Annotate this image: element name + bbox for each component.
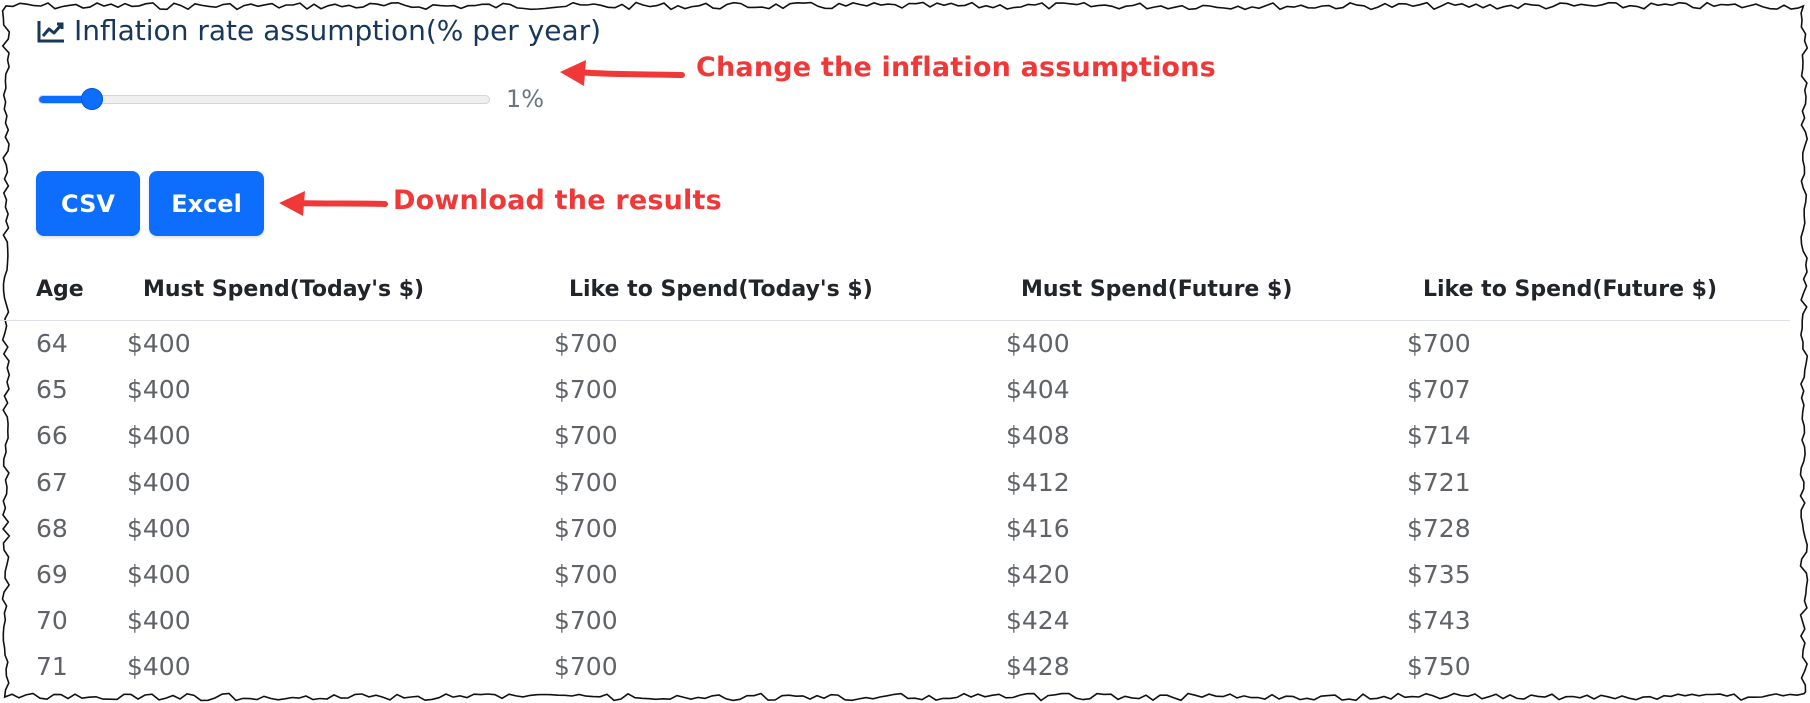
table-cell-like-spend-today: $700 — [554, 559, 618, 589]
table-cell-must-spend-today: $400 — [127, 329, 191, 358]
csv-download-button[interactable]: CSV — [36, 171, 140, 236]
table-header-must-spend-future: Must Spend(Future $) — [1021, 277, 1293, 302]
table-cell-like-spend-future: $714 — [1407, 421, 1471, 451]
table-cell-must-spend-today: $400 — [127, 421, 191, 451]
table-cell-age: 71 — [36, 652, 68, 682]
table-cell-must-spend-today: $400 — [127, 467, 191, 497]
screenshot-canvas: Inflation rate assumption(% per year) 1%… — [0, 0, 1810, 703]
table-cell-age: 67 — [36, 467, 68, 497]
table-cell-like-spend-today: $700 — [554, 652, 618, 682]
table-row: 71 $400 $700 $428 $750 — [0, 644, 1790, 690]
table-cell-must-spend-today: $400 — [127, 559, 191, 589]
table-cell-must-spend-future: $404 — [1006, 375, 1070, 405]
table-cell-must-spend-future: $416 — [1006, 513, 1070, 543]
table-header-age: Age — [36, 277, 84, 302]
table-cell-must-spend-today: $400 — [127, 375, 191, 405]
table-header-like-spend-future: Like to Spend(Future $) — [1423, 277, 1718, 302]
table-row: 69 $400 $700 $420 $735 — [0, 552, 1790, 598]
table-row: 66 $400 $700 $408 $714 — [0, 413, 1790, 459]
table-cell-like-spend-today: $700 — [554, 421, 618, 451]
table-cell-like-spend-today: $700 — [554, 467, 618, 497]
table-cell-age: 64 — [36, 329, 68, 358]
table-header-like-spend-today: Like to Spend(Today's $) — [569, 277, 873, 302]
table-cell-must-spend-today: $400 — [127, 606, 191, 636]
chart-line-icon — [37, 20, 64, 42]
results-table: Age Must Spend(Today's $) Like to Spend(… — [0, 262, 1790, 691]
table-row: 70 $400 $700 $424 $743 — [0, 598, 1790, 644]
table-cell-must-spend-future: $408 — [1006, 421, 1070, 451]
table-cell-like-spend-future: $750 — [1407, 652, 1471, 682]
table-row: 67 $400 $700 $412 $721 — [0, 460, 1790, 506]
table-cell-like-spend-today: $700 — [554, 513, 618, 543]
table-cell-age: 70 — [36, 606, 68, 636]
table-cell-age: 65 — [36, 375, 68, 405]
table-row: 65 $400 $700 $404 $707 — [0, 367, 1790, 413]
table-body: 64 $400 $700 $400 $700 65 $400 $700 $404 $707 66 $4… — [0, 321, 1790, 691]
inflation-section-title: Inflation rate assumption(% per year) — [36, 14, 601, 47]
table-cell-age: 66 — [36, 421, 68, 451]
slider-thumb[interactable] — [81, 88, 103, 110]
table-cell-age: 68 — [36, 513, 68, 543]
inflation-annotation-text: Change the inflation assumptions — [696, 52, 1216, 83]
table-cell-must-spend-future: $428 — [1006, 652, 1070, 682]
table-cell-like-spend-future: $700 — [1407, 329, 1471, 358]
table-cell-must-spend-future: $412 — [1006, 467, 1070, 497]
table-cell-must-spend-future: $420 — [1006, 559, 1070, 589]
table-cell-age: 69 — [36, 559, 68, 589]
inflation-title-text: Inflation rate assumption(% per year) — [74, 14, 602, 47]
table-header-row: Age Must Spend(Today's $) Like to Spend(… — [0, 262, 1790, 321]
table-cell-like-spend-today: $700 — [554, 329, 618, 358]
table-cell-like-spend-today: $700 — [554, 606, 618, 636]
table-cell-like-spend-today: $700 — [554, 375, 618, 405]
table-cell-like-spend-future: $721 — [1407, 467, 1471, 497]
excel-download-button[interactable]: Excel — [149, 171, 264, 236]
table-cell-like-spend-future: $707 — [1407, 375, 1471, 405]
table-cell-must-spend-future: $424 — [1006, 606, 1070, 636]
download-annotation-arrow — [279, 191, 388, 216]
slider-track[interactable] — [38, 95, 490, 104]
table-cell-must-spend-today: $400 — [127, 652, 191, 682]
table-header-must-spend-today: Must Spend(Today's $) — [143, 277, 425, 302]
inflation-rate-slider[interactable] — [38, 88, 490, 110]
table-cell-like-spend-future: $735 — [1407, 559, 1471, 589]
download-annotation-text: Download the results — [393, 185, 722, 216]
slider-value-label: 1% — [506, 85, 545, 113]
table-cell-must-spend-future: $400 — [1006, 329, 1070, 358]
inflation-annotation-arrow — [560, 60, 685, 86]
table-cell-like-spend-future: $728 — [1407, 513, 1471, 543]
table-cell-must-spend-today: $400 — [127, 513, 191, 543]
table-row: 68 $400 $700 $416 $728 — [0, 506, 1790, 552]
table-cell-like-spend-future: $743 — [1407, 606, 1471, 636]
table-row: 64 $400 $700 $400 $700 — [0, 321, 1790, 367]
